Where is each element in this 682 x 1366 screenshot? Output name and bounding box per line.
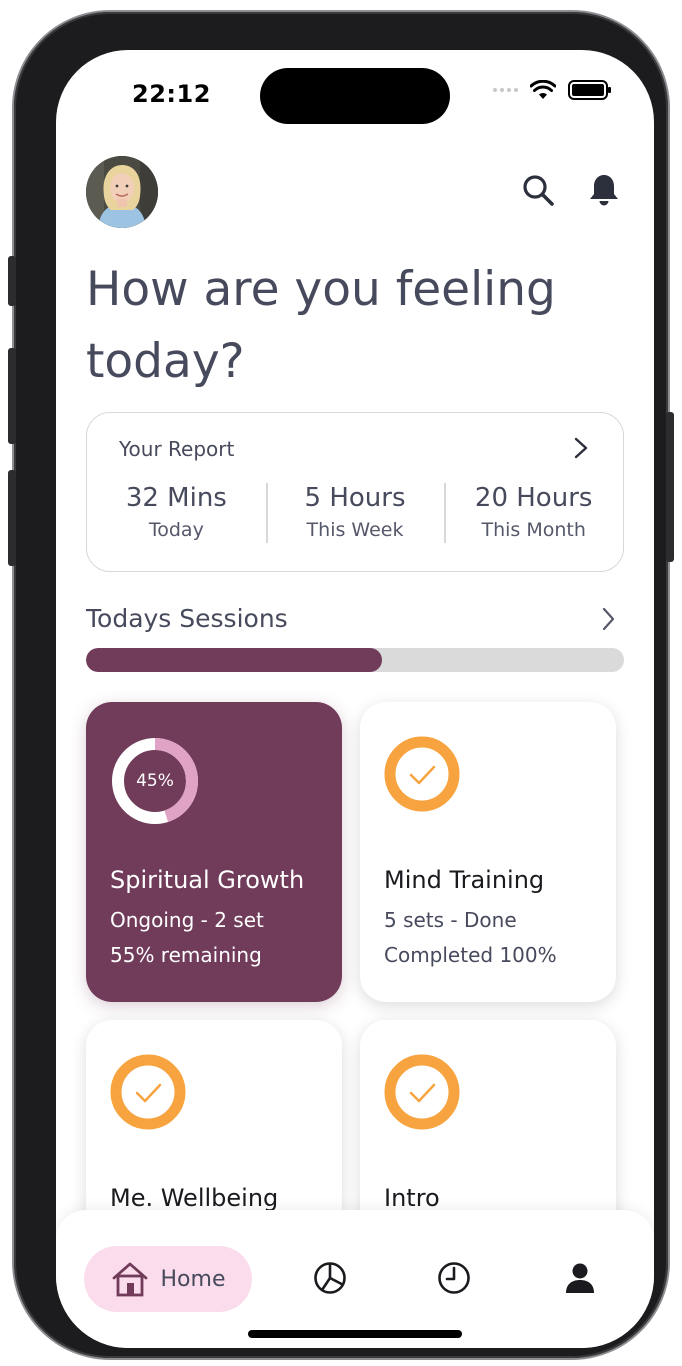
session-card-mind-training[interactable]: Mind Training 5 sets - Done Completed 10…: [360, 702, 616, 1002]
session-card-spiritual-growth[interactable]: 45% Spiritual Growth Ongoing - 2 set 55%…: [86, 702, 342, 1002]
ring-percent-label: 45%: [136, 771, 174, 791]
battery-icon: [568, 80, 611, 100]
session-status: Ongoing - 2 set: [110, 908, 264, 932]
check-circle-icon: [384, 1054, 460, 1130]
stat-label: Today: [148, 519, 204, 541]
power-button: [666, 412, 674, 562]
phone-screen: 22:12 How are you feeling today? Your Re…: [56, 50, 654, 1348]
stat-value: 32 Mins: [125, 483, 227, 513]
stat-value: 20 Hours: [474, 483, 593, 513]
sessions-progress-fill: [86, 648, 382, 672]
session-name: Me. Wellbeing: [110, 1184, 279, 1212]
report-stat-week: 5 Hours This Week: [265, 481, 445, 545]
session-progress-text: Completed 100%: [384, 943, 557, 967]
home-indicator: [248, 1330, 462, 1338]
status-icons: [493, 80, 611, 100]
session-status: 5 sets - Done: [384, 908, 517, 932]
page-title: How are you feeling today?: [86, 262, 556, 389]
sessions-progress-bar: [86, 648, 624, 672]
check-circle-icon: [384, 736, 460, 812]
stat-label: This Week: [306, 519, 404, 541]
stat-value: 5 Hours: [304, 483, 406, 513]
session-name: Intro: [384, 1184, 440, 1212]
session-name: Spiritual Growth: [110, 866, 305, 894]
report-stats: 32 Mins Today 5 Hours This Week 20 Hours…: [87, 481, 623, 545]
status-time: 22:12: [132, 80, 211, 108]
report-stat-today: 32 Mins Today: [87, 481, 266, 545]
session-name: Mind Training: [384, 866, 545, 894]
tab-bar: Home: [56, 1210, 654, 1348]
pie-chart-icon[interactable]: [312, 1260, 348, 1296]
bell-icon[interactable]: [586, 172, 622, 208]
sessions-title: Todays Sessions: [86, 604, 288, 633]
wifi-icon: [530, 80, 556, 99]
avatar[interactable]: [86, 156, 158, 228]
tab-home[interactable]: Home: [84, 1246, 252, 1312]
stat-label: This Month: [481, 519, 586, 541]
phone-frame: 22:12 How are you feeling today? Your Re…: [14, 12, 668, 1358]
home-icon: [112, 1262, 147, 1297]
report-stat-month: 20 Hours This Month: [444, 481, 623, 545]
session-progress-text: 55% remaining: [110, 943, 262, 967]
check-circle-icon: [110, 1054, 186, 1130]
volume-up-button: [8, 348, 16, 444]
search-icon[interactable]: [520, 172, 556, 208]
report-card[interactable]: Your Report 32 Mins Today 5 Hours This W…: [86, 412, 624, 572]
profile-icon[interactable]: [562, 1260, 598, 1296]
chevron-right-icon[interactable]: [598, 606, 618, 632]
report-label: Your Report: [119, 437, 235, 461]
dynamic-island: [260, 68, 450, 124]
clock-icon[interactable]: [436, 1260, 472, 1296]
cellular-signal-icon: [493, 88, 518, 92]
chevron-right-icon[interactable]: [571, 437, 591, 459]
volume-down-button: [8, 470, 16, 566]
action-button: [8, 256, 16, 306]
tab-home-label: Home: [160, 1266, 226, 1292]
